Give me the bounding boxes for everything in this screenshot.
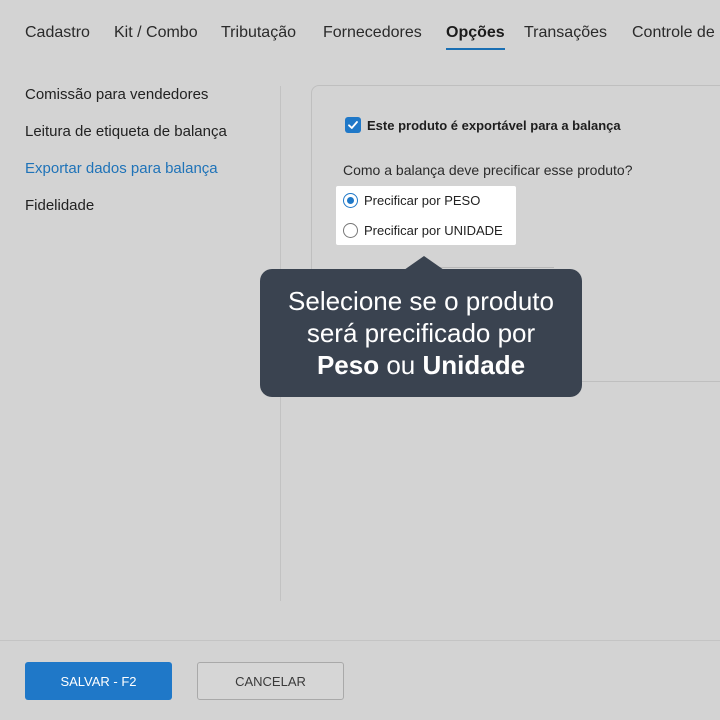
tooltip-bold-peso: Peso [316, 350, 380, 380]
pricing-options: Precificar por PESO Precificar por UNIDA… [336, 186, 516, 245]
footer-divider [0, 640, 720, 641]
check-icon [348, 121, 358, 129]
tab-fornecedores[interactable]: Fornecedores [323, 24, 422, 48]
tooltip-line-1: Selecione se o produto [288, 286, 554, 316]
tab-tributacao[interactable]: Tributação [221, 24, 296, 48]
export-checkbox[interactable] [345, 117, 361, 133]
pricing-question: Como a balança deve precificar esse prod… [343, 162, 633, 178]
radio-option-unidade[interactable]: Precificar por UNIDADE [343, 223, 503, 238]
sidebar-item-comissao[interactable]: Comissão para vendedores [25, 86, 265, 123]
sidebar-item-leitura-etiqueta[interactable]: Leitura de etiqueta de balança [25, 123, 265, 160]
tooltip-line-3: Peso ou Unidade [317, 349, 525, 381]
radio-peso[interactable] [343, 193, 358, 208]
radio-peso-label: Precificar por PESO [364, 193, 481, 208]
export-checkbox-row[interactable]: Este produto é exportável para a balança [345, 117, 621, 133]
tooltip-line-2: será precificado por [306, 318, 536, 348]
save-button[interactable]: SALVAR - F2 [25, 662, 172, 700]
cancel-button[interactable]: CANCELAR [197, 662, 344, 700]
tooltip-bold-unidade: Unidade [422, 350, 526, 380]
tab-kit-combo[interactable]: Kit / Combo [114, 24, 198, 48]
tab-transacoes[interactable]: Transações [524, 24, 607, 48]
radio-unidade[interactable] [343, 223, 358, 238]
options-sidebar: Comissão para vendedores Leitura de etiq… [25, 86, 265, 234]
tooltip-arrow [404, 256, 444, 270]
export-checkbox-label: Este produto é exportável para a balança [367, 117, 621, 133]
tab-controle-de[interactable]: Controle de [632, 24, 715, 48]
radio-option-peso[interactable]: Precificar por PESO [343, 193, 480, 208]
tooltip-middle: ou [386, 350, 416, 380]
tab-opcoes[interactable]: Opções [446, 24, 505, 50]
radio-unidade-label: Precificar por UNIDADE [364, 223, 503, 238]
help-tooltip: Selecione se o produto será precificado … [260, 269, 582, 397]
sidebar-item-exportar-balanca[interactable]: Exportar dados para balança [25, 160, 265, 197]
sidebar-item-fidelidade[interactable]: Fidelidade [25, 197, 265, 234]
tab-cadastro[interactable]: Cadastro [25, 24, 90, 48]
tab-bar: Cadastro Kit / Combo Tributação Forneced… [0, 0, 720, 60]
